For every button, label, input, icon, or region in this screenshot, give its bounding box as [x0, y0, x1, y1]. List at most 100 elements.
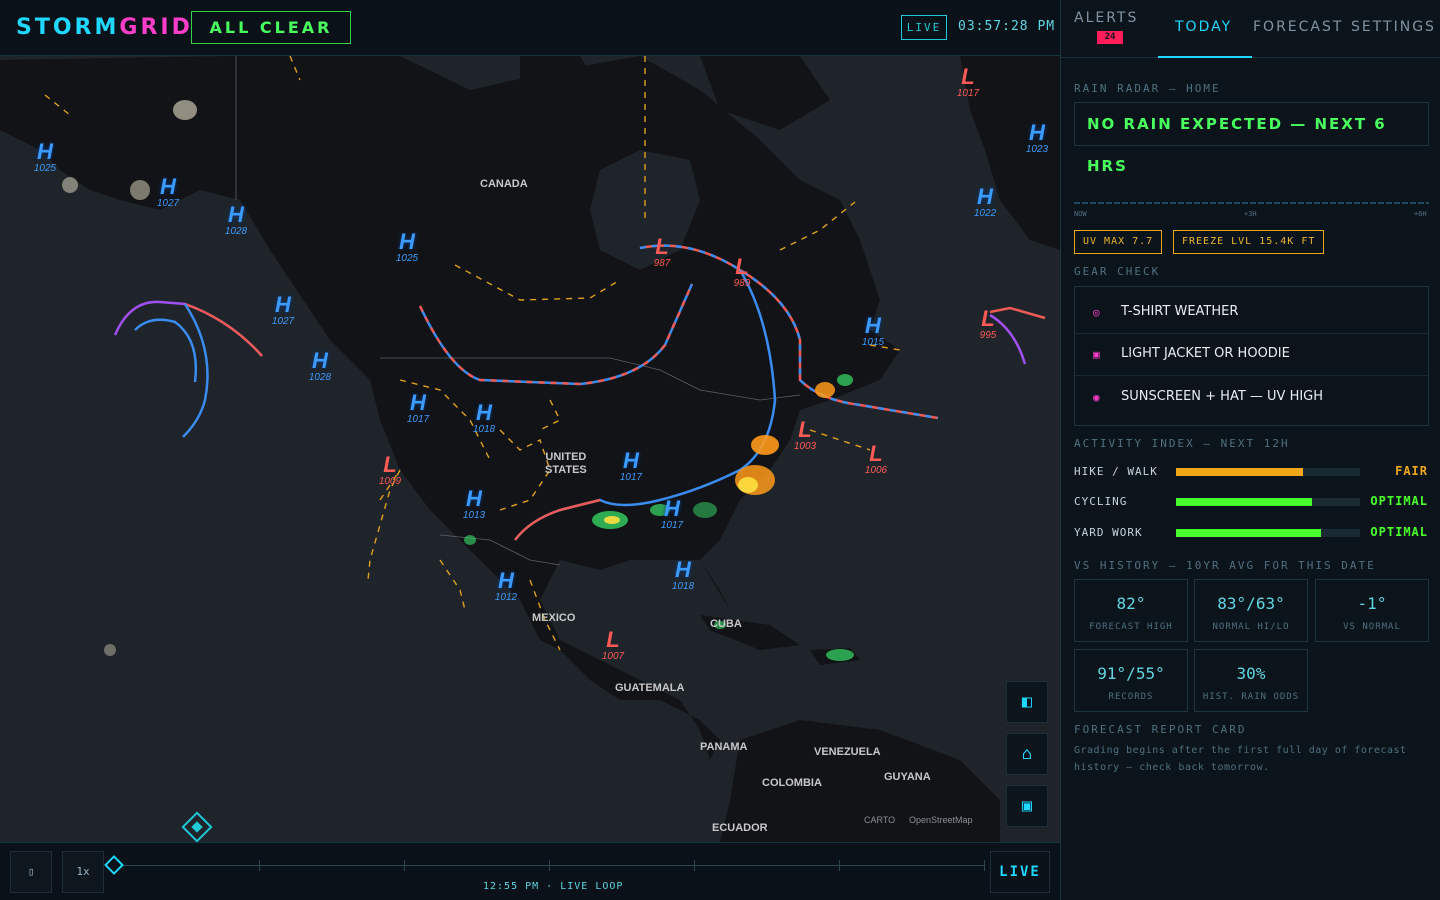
pressure-value: 1018 — [472, 424, 496, 435]
pressure-symbol: H — [275, 292, 291, 317]
tab-today[interactable]: TODAY — [1175, 19, 1232, 35]
radar-axis-3h: +3H — [1244, 210, 1257, 218]
pressure-value: 1025 — [33, 163, 57, 174]
map-label-us-line2: STATES — [545, 464, 587, 476]
pressure-center[interactable]: L 995 — [970, 308, 1006, 342]
tab-alerts[interactable]: ALERTS — [1074, 10, 1138, 26]
map-label-united-states: UNITED STATES — [545, 451, 587, 477]
pressure-value: 1025 — [395, 253, 419, 264]
pressure-center[interactable]: H 1028 — [218, 202, 254, 238]
pressure-center[interactable]: H 1025 — [389, 229, 425, 265]
pressure-symbol: H — [466, 486, 482, 511]
map-label-guatemala: GUATEMALA — [615, 682, 685, 694]
pressure-center[interactable]: H 1018 — [665, 559, 701, 593]
go-live-button[interactable]: LIVE — [990, 851, 1050, 893]
pressure-center[interactable]: H 1028 — [302, 348, 338, 384]
sun-icon: ◉ — [1093, 391, 1100, 404]
activity-bar-fill — [1176, 498, 1313, 506]
stat-label: NORMAL HI/LO — [1212, 622, 1290, 632]
pressure-center[interactable]: H 1017 — [400, 390, 436, 426]
rain-radar-title: RAIN RADAR — HOME — [1074, 82, 1221, 95]
pressure-symbol: H — [476, 400, 492, 425]
pressure-center[interactable]: H 1027 — [150, 174, 186, 210]
activity-bar-fill — [1176, 468, 1303, 476]
timeline-bar: ▯ 1x 12:55 PM · LIVE LOOP LIVE — [0, 842, 1060, 900]
timeline-scrubber[interactable] — [104, 855, 124, 875]
stat-value: 30% — [1236, 664, 1266, 683]
pressure-center[interactable]: L 1009 — [372, 454, 408, 488]
pressure-value: 1017 — [619, 472, 643, 483]
weather-map[interactable]: CANADA UNITED STATES MEXICO CUBA GUATEMA… — [0, 0, 1060, 900]
pressure-center[interactable]: H 1025 — [27, 141, 63, 175]
rain-radar-timeline — [1074, 202, 1429, 204]
activity-state: FAIR — [1395, 464, 1428, 478]
pressure-center[interactable]: L 1007 — [595, 627, 631, 663]
freeze-level-chip: FREEZE LVL 15.4K FT — [1173, 230, 1325, 254]
home-button[interactable]: ⌂ — [1006, 733, 1048, 775]
map-label-cuba: CUBA — [710, 618, 742, 630]
square-icon: ▣ — [1093, 348, 1100, 361]
pressure-center[interactable]: H 1027 — [265, 292, 301, 328]
pressure-center[interactable]: H 1015 — [855, 315, 891, 349]
report-card-title: FORECAST REPORT CARD — [1074, 723, 1247, 736]
stat-forecast-high: 82° FORECAST HIGH — [1074, 579, 1188, 642]
map-label-colombia: COLOMBIA — [762, 777, 822, 789]
home-icon: ⌂ — [1021, 744, 1033, 764]
pressure-symbol: L — [606, 627, 620, 652]
target-icon: ◎ — [1093, 306, 1100, 319]
brand-logo: STORMGRID — [16, 15, 193, 40]
pressure-center[interactable]: L 989 — [724, 256, 760, 290]
pressure-center[interactable]: L 1017 — [950, 64, 986, 100]
pressure-symbol: H — [160, 174, 176, 199]
speed-button[interactable]: 1x — [62, 851, 104, 893]
pressure-symbol: H — [977, 184, 993, 209]
pressure-value: 1028 — [308, 372, 332, 383]
brand-part-1: STORM — [16, 15, 120, 40]
pressure-value: 1012 — [494, 592, 518, 603]
stat-label: FORECAST HIGH — [1089, 622, 1173, 632]
pressure-center[interactable]: L 1003 — [787, 419, 823, 453]
tab-forecast[interactable]: FORECAST — [1253, 19, 1343, 35]
map-attribution-carto[interactable]: CARTO — [864, 815, 895, 825]
play-pause-icon: ▯ — [27, 865, 35, 878]
activity-state: OPTIMAL — [1370, 494, 1428, 508]
activity-bar — [1176, 498, 1360, 506]
timeline-tick — [549, 860, 550, 871]
pressure-center[interactable]: H 1013 — [456, 486, 492, 522]
radar-axis-6h: +6H — [1414, 210, 1427, 218]
pressure-center[interactable]: L 1006 — [858, 443, 894, 477]
pressure-center[interactable]: H 1012 — [488, 570, 524, 604]
pressure-symbol: H — [623, 448, 639, 473]
pressure-value: 1006 — [864, 465, 888, 476]
play-pause-button[interactable]: ▯ — [10, 851, 52, 893]
pressure-symbol: H — [1029, 120, 1045, 145]
stat-rain-odds: 30% HIST. RAIN ODDS — [1194, 649, 1308, 712]
pressure-center[interactable]: H 1018 — [466, 400, 502, 436]
pressure-center[interactable]: H 1023 — [1019, 120, 1055, 156]
square-icon: ▣ — [1021, 796, 1033, 816]
fullscreen-button[interactable]: ▣ — [1006, 785, 1048, 827]
tab-settings[interactable]: SETTINGS — [1351, 19, 1436, 35]
pressure-center[interactable]: L 987 — [644, 236, 680, 270]
map-attribution-osm[interactable]: OpenStreetMap — [909, 815, 973, 825]
pressure-symbol: H — [664, 496, 680, 521]
map-canvas[interactable] — [0, 0, 1060, 900]
pressure-center[interactable]: H 1017 — [613, 448, 649, 484]
pressure-center[interactable]: H 1022 — [967, 184, 1003, 220]
pressure-symbol: H — [410, 390, 426, 415]
side-panel: ALERTS 24 TODAY FORECAST SETTINGS RAIN R… — [1060, 0, 1440, 900]
timeline-tick — [694, 860, 695, 871]
pressure-symbol: H — [228, 202, 244, 227]
pressure-symbol: L — [961, 64, 975, 89]
activity-index-title: ACTIVITY INDEX — NEXT 12H — [1074, 437, 1290, 450]
timeline-tick — [839, 860, 840, 871]
alerts-count-badge: 24 — [1097, 31, 1123, 44]
pressure-center[interactable]: H 1017 — [654, 496, 690, 532]
pressure-value: 1017 — [956, 88, 980, 99]
timeline-tick — [984, 860, 985, 871]
report-card-text: Grading begins after the first full day … — [1074, 745, 1407, 773]
pressure-symbol: H — [399, 229, 415, 254]
activity-bar — [1176, 529, 1360, 537]
pressure-symbol: H — [312, 348, 328, 373]
layers-toggle-button[interactable]: ◧ — [1006, 681, 1048, 723]
